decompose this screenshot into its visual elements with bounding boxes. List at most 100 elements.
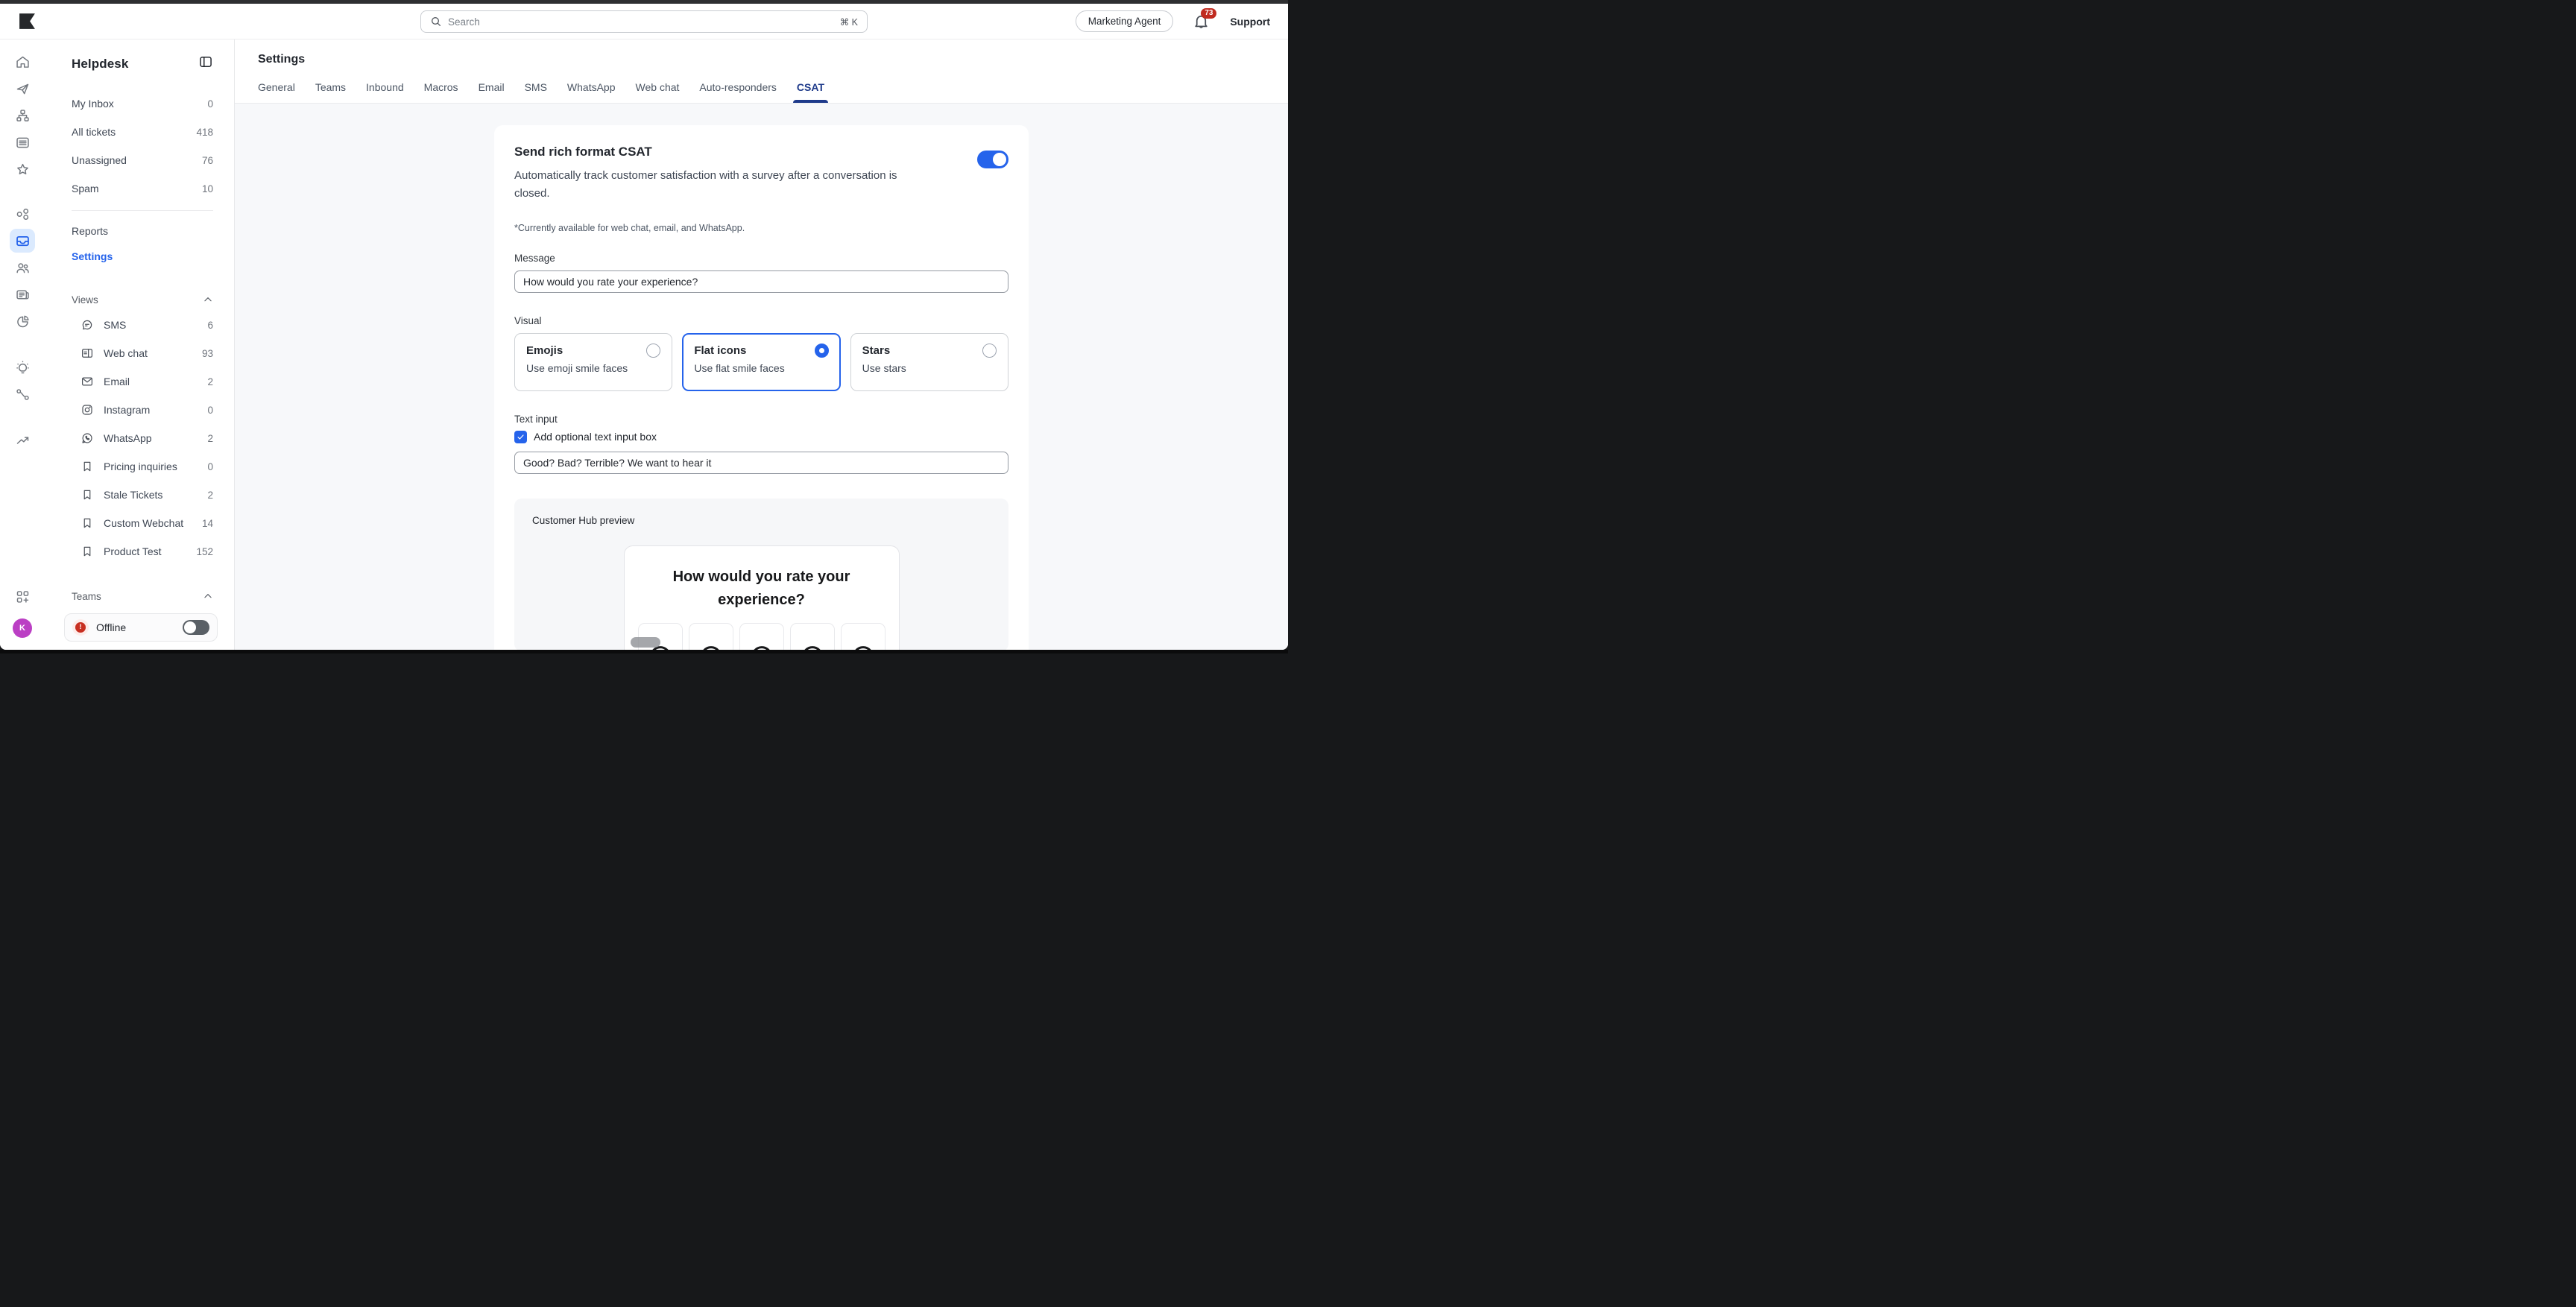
- optional-text-checkbox[interactable]: [514, 431, 527, 443]
- optional-text-input[interactable]: [514, 452, 1008, 474]
- scrollbar-thumb[interactable]: [631, 637, 660, 648]
- top-bar: ⌘ K Marketing Agent 73 Support: [0, 4, 1288, 39]
- send-icon[interactable]: [10, 77, 35, 101]
- customer-hub-preview: Customer Hub preview How would you rate …: [514, 499, 1008, 650]
- tab-auto-responders[interactable]: Auto-responders: [699, 81, 777, 103]
- face-sad[interactable]: [689, 623, 733, 650]
- view-item-pricing-inquiries[interactable]: Pricing inquiries 0: [72, 452, 213, 481]
- visual-options: Emojis Use emoji smile faces Flat icons: [514, 333, 1008, 391]
- page-title: Settings: [258, 53, 1288, 66]
- list-icon[interactable]: [10, 130, 35, 154]
- bookmark-icon: [80, 460, 94, 473]
- view-item-stale-tickets[interactable]: Stale Tickets 2: [72, 481, 213, 509]
- people-icon[interactable]: [10, 256, 35, 279]
- tab-inbound[interactable]: Inbound: [366, 81, 404, 103]
- pie-chart-icon[interactable]: [10, 309, 35, 333]
- availability-toggle[interactable]: [183, 620, 209, 635]
- app-window: ⌘ K Marketing Agent 73 Support: [0, 4, 1288, 650]
- face-very-happy[interactable]: [841, 623, 886, 650]
- user-avatar[interactable]: K: [13, 618, 32, 638]
- sidebar-item-settings[interactable]: Settings: [72, 244, 213, 269]
- check-icon: [517, 433, 525, 441]
- newspaper-icon[interactable]: [10, 282, 35, 306]
- visual-option-emojis[interactable]: Emojis Use emoji smile faces: [514, 333, 672, 391]
- tab-general[interactable]: General: [258, 81, 295, 103]
- visual-label: Visual: [514, 315, 1008, 326]
- face-happy[interactable]: [790, 623, 835, 650]
- nav-rail: K: [0, 39, 45, 650]
- view-item-web-chat[interactable]: Web chat 93: [72, 339, 213, 367]
- support-link[interactable]: Support: [1230, 16, 1270, 28]
- radio-selected[interactable]: [815, 344, 829, 358]
- tab-teams[interactable]: Teams: [315, 81, 346, 103]
- sidebar-item-spam[interactable]: Spam 10: [72, 174, 213, 203]
- divider: [72, 210, 213, 211]
- grid-plus-icon[interactable]: [10, 584, 35, 608]
- notification-badge: 73: [1201, 8, 1216, 19]
- view-item-product-test[interactable]: Product Test 152: [72, 537, 213, 566]
- visual-option-flat-icons[interactable]: Flat icons Use flat smile faces: [682, 333, 840, 391]
- bird-logo-icon[interactable]: [18, 12, 37, 31]
- settings-tabs: General Teams Inbound Macros Email SMS W…: [258, 81, 1288, 103]
- visual-option-stars[interactable]: Stars Use stars: [850, 333, 1008, 391]
- message-input[interactable]: [514, 270, 1008, 293]
- csat-enabled-toggle[interactable]: [977, 151, 1008, 168]
- collapse-panel-icon[interactable]: [198, 54, 213, 73]
- tab-web-chat[interactable]: Web chat: [636, 81, 680, 103]
- sidebar-item-my-inbox[interactable]: My Inbox 0: [72, 89, 213, 118]
- preview-question: How would you rate your experience?: [638, 566, 886, 612]
- chevron-up-icon: [203, 294, 213, 305]
- sidebar-item-all-tickets[interactable]: All tickets 418: [72, 118, 213, 146]
- sidebar-item-reports[interactable]: Reports: [72, 218, 213, 244]
- workspace-button[interactable]: Marketing Agent: [1076, 10, 1174, 32]
- checkbox-label: Add optional text input box: [534, 431, 657, 443]
- bookmark-icon: [80, 488, 94, 501]
- message-label: Message: [514, 253, 1008, 264]
- preview-label: Customer Hub preview: [532, 515, 991, 526]
- radio-unselected[interactable]: [646, 344, 660, 358]
- view-item-custom-webchat[interactable]: Custom Webchat 14: [72, 509, 213, 537]
- star-icon[interactable]: [10, 157, 35, 181]
- notifications-button[interactable]: 73: [1193, 13, 1210, 31]
- teams-section-header[interactable]: Teams: [72, 585, 213, 607]
- view-item-sms[interactable]: SMS 6: [72, 311, 213, 339]
- lightbulb-icon[interactable]: [10, 355, 35, 379]
- sidebar-item-unassigned[interactable]: Unassigned 76: [72, 146, 213, 174]
- webchat-panel-icon: [80, 346, 94, 360]
- tab-csat[interactable]: CSAT: [797, 81, 824, 103]
- availability-card: ! Offline: [64, 613, 218, 642]
- tab-email[interactable]: Email: [479, 81, 505, 103]
- panel-title: Helpdesk: [72, 57, 128, 72]
- bookmark-icon: [80, 516, 94, 530]
- search-shortcut: ⌘ K: [840, 16, 858, 28]
- tab-macros[interactable]: Macros: [424, 81, 458, 103]
- view-item-instagram[interactable]: Instagram 0: [72, 396, 213, 424]
- inbox-icon[interactable]: [10, 229, 35, 253]
- settings-content: Send rich format CSAT Automatically trac…: [235, 104, 1288, 650]
- chevron-up-icon: [203, 591, 213, 601]
- global-search[interactable]: ⌘ K: [420, 10, 868, 33]
- home-icon[interactable]: [10, 50, 35, 74]
- main-area: Settings General Teams Inbound Macros Em…: [235, 39, 1288, 650]
- window-bottom-strip: [0, 650, 1288, 654]
- count-badge: 10: [202, 183, 213, 194]
- whatsapp-icon: [80, 431, 94, 445]
- trending-up-icon[interactable]: [10, 428, 35, 452]
- search-input[interactable]: [448, 16, 834, 28]
- csat-settings-card: Send rich format CSAT Automatically trac…: [494, 125, 1029, 650]
- sms-chat-icon: [80, 318, 94, 332]
- header-right: Marketing Agent 73 Support: [1076, 10, 1270, 32]
- face-neutral[interactable]: [739, 623, 784, 650]
- views-section-header[interactable]: Views: [72, 288, 213, 311]
- view-item-whatsapp[interactable]: WhatsApp 2: [72, 424, 213, 452]
- radio-unselected[interactable]: [982, 344, 997, 358]
- share-nodes-icon[interactable]: [10, 202, 35, 226]
- route-icon[interactable]: [10, 382, 35, 406]
- rating-faces: [638, 623, 886, 650]
- tab-whatsapp[interactable]: WhatsApp: [567, 81, 616, 103]
- sitemap-icon[interactable]: [10, 104, 35, 127]
- tab-sms[interactable]: SMS: [525, 81, 547, 103]
- offline-alert-icon: !: [72, 619, 89, 636]
- preview-survey-card: How would you rate your experience?: [624, 545, 900, 650]
- view-item-email[interactable]: Email 2: [72, 367, 213, 396]
